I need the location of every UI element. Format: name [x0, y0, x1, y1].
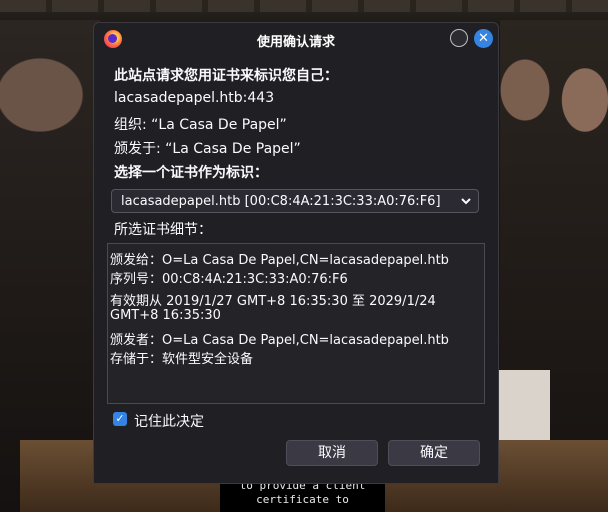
chevron-down-icon [461, 198, 471, 205]
details-line: GMT+8 16:35:30 [110, 308, 221, 323]
close-icon: ✕ [478, 31, 489, 46]
dialog-titlebar[interactable]: 使用确认请求 ✕ [94, 23, 498, 55]
background-panel [490, 370, 550, 440]
background-beams [0, 0, 608, 12]
background-left-figure [0, 20, 100, 512]
issued-under-text: 颁发于: “La Casa De Papel” [114, 141, 301, 157]
close-button[interactable]: ✕ [474, 29, 493, 48]
choose-certificate-label: 选择一个证书作为标识： [114, 165, 268, 181]
cancel-button[interactable]: 取消 [286, 440, 378, 466]
remember-label[interactable]: 记住此决定 [134, 411, 204, 431]
organization-text: 组织: “La Casa De Papel” [114, 117, 287, 133]
details-line: 颁发给：O=La Casa De Papel,CN=lacasadepapel.… [110, 253, 449, 268]
details-line: 有效期从 2019/1/27 GMT+8 16:35:30 至 2029/1/2… [110, 294, 436, 309]
remember-checkbox[interactable]: ✓ [113, 412, 127, 426]
checkmark-icon: ✓ [115, 412, 125, 425]
details-line: 存储于：软件型安全设备 [110, 352, 254, 367]
intro-text: 此站点请求您用证书来标识您自己： [114, 68, 338, 84]
certificate-select-value: lacasadepapel.htb [00:C8:4A:21:3C:33:A0:… [121, 194, 441, 209]
dialog-title: 使用确认请求 [256, 35, 335, 50]
host-text: lacasadepapel.htb:443 [114, 90, 275, 106]
details-line: 颁发者：O=La Casa De Papel,CN=lacasadepapel.… [110, 333, 449, 348]
certificate-details-box[interactable]: 颁发给：O=La Casa De Papel,CN=lacasadepapel.… [107, 243, 485, 404]
ok-button[interactable]: 确定 [388, 440, 480, 466]
details-label: 所选证书细节： [114, 222, 212, 238]
certificate-select[interactable]: lacasadepapel.htb [00:C8:4A:21:3C:33:A0:… [111, 189, 479, 213]
minimize-button[interactable] [450, 29, 468, 47]
certificate-dialog: 使用确认请求 ✕ 此站点请求您用证书来标识您自己： lacasadepapel.… [93, 22, 499, 484]
details-line: 序列号：00:C8:4A:21:3C:33:A0:76:F6 [110, 272, 348, 287]
background-caption-line: certificate to [256, 493, 349, 506]
